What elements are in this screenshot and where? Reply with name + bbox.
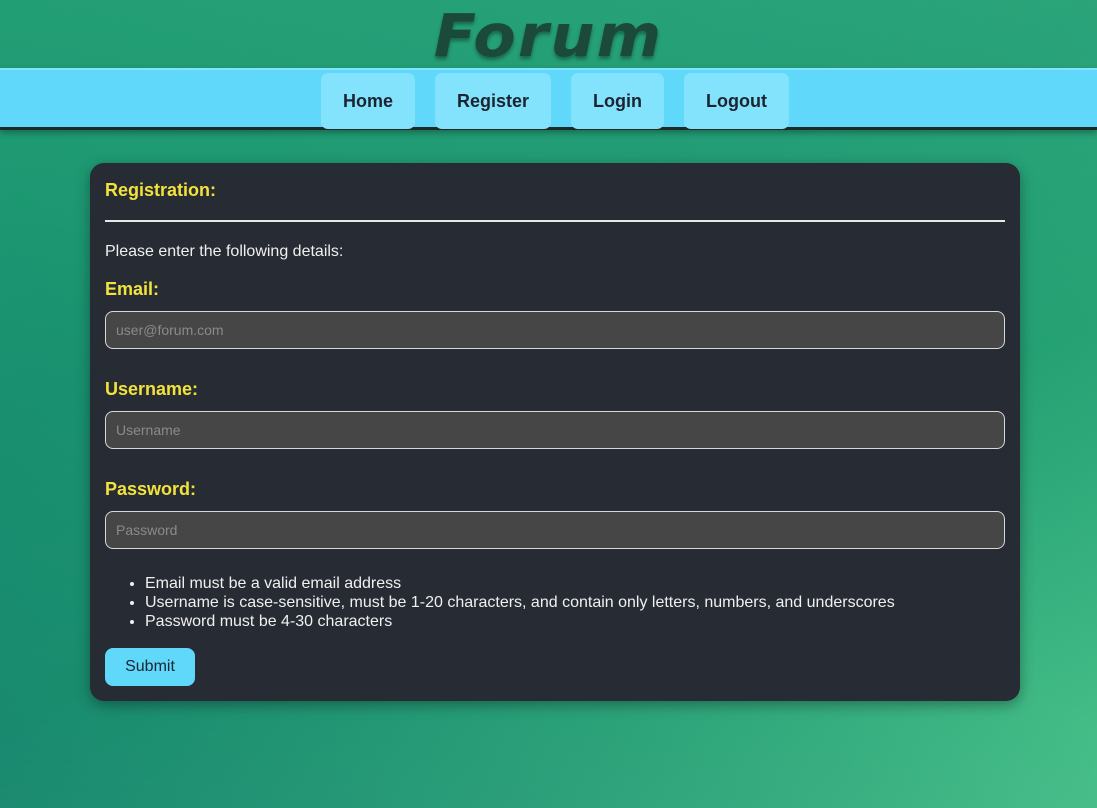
password-label: Password: (105, 479, 197, 499)
username-field[interactable] (105, 411, 1005, 449)
forum-logo[interactable]: Forum (434, 3, 663, 69)
nav-logout-button[interactable]: Logout (684, 73, 790, 129)
nav-login-button[interactable]: Login (571, 73, 665, 129)
intro-text: Please enter the following details: (105, 243, 344, 260)
submit-button[interactable]: Submit (105, 648, 195, 686)
password-field[interactable] (105, 511, 1005, 549)
email-label: Email: (105, 279, 160, 299)
registration-card: Registration: Please enter the following… (90, 163, 1020, 701)
nav-home-button[interactable]: Home (321, 73, 416, 129)
rule-username: Username is case-sensitive, must be 1-20… (145, 593, 895, 612)
nav-register-button[interactable]: Register (435, 73, 552, 129)
site-header: Forum (0, 0, 1097, 68)
title-divider (105, 220, 1005, 222)
registration-title: Registration: (105, 180, 217, 200)
nav-menu: Home Register Login Logout (321, 73, 790, 129)
rule-email: Email must be a valid email address (145, 574, 895, 593)
email-field[interactable] (105, 311, 1005, 349)
username-label: Username: (105, 379, 199, 399)
rule-password: Password must be 4-30 characters (145, 612, 895, 631)
validation-rules-list: Email must be a valid email address User… (105, 574, 895, 631)
main-nav-bar: Home Register Login Logout (0, 68, 1097, 130)
